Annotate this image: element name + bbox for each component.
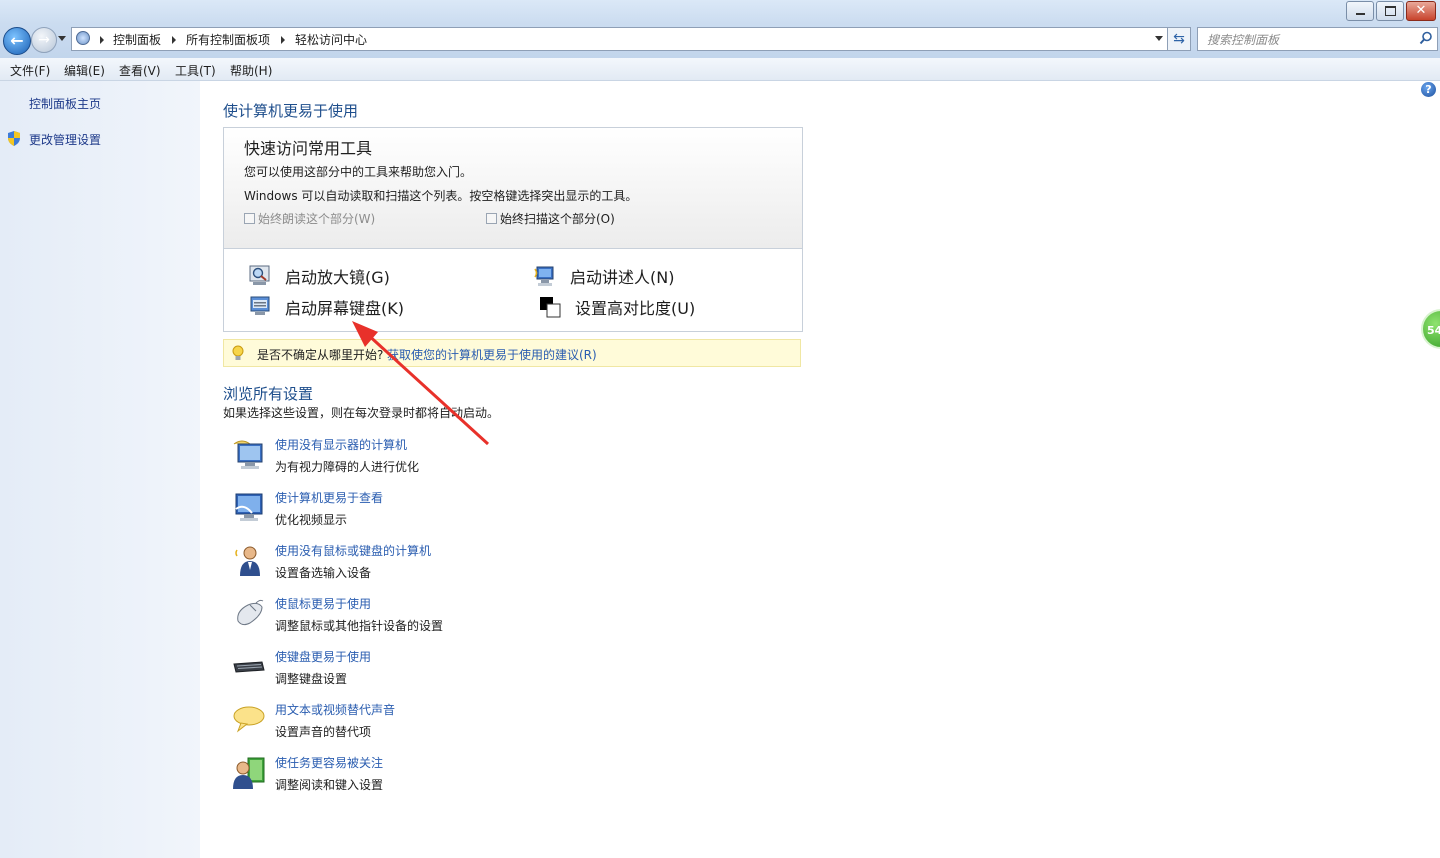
setting-link[interactable]: 使用没有鼠标或键盘的计算机	[275, 542, 431, 559]
setting-description: 设置声音的替代项	[275, 725, 372, 739]
close-button[interactable]: ✕	[1406, 1, 1436, 21]
speech-bubble-icon	[233, 706, 265, 733]
quick-access-instructions: Windows 可以自动读取和扫描这个列表。按空格键选择突出显示的工具。	[244, 189, 638, 203]
always-read-checkbox[interactable]	[244, 213, 255, 224]
keyboard-icon	[233, 661, 265, 673]
setting-description: 设置备选输入设备	[275, 566, 372, 580]
browse-settings-subtitle: 如果选择这些设置，则在每次登录时都将自动启动。	[223, 406, 500, 420]
minimize-icon	[1356, 13, 1365, 15]
setting-link[interactable]: 使计算机更易于查看	[275, 489, 383, 506]
breadcrumb-control-panel[interactable]: 控制面板	[113, 31, 161, 48]
start-narrator-label: 启动讲述人(N)	[570, 268, 675, 287]
setting-link[interactable]: 使任务更容易被关注	[275, 754, 383, 771]
back-arrow-icon: ←	[10, 31, 24, 50]
setting-description: 优化视频显示	[275, 513, 348, 527]
address-field[interactable]: 控制面板 所有控制面板项 轻松访问中心	[71, 27, 1168, 51]
forward-button[interactable]: →	[31, 27, 57, 53]
back-button[interactable]: ←	[3, 27, 31, 55]
start-magnifier-tool[interactable]: 启动放大镜(G)	[249, 264, 390, 288]
help-icon[interactable]: ?	[1421, 82, 1436, 97]
browse-settings-heading: 浏览所有设置	[223, 385, 314, 403]
breadcrumb-separator-icon[interactable]	[281, 36, 285, 44]
monitor-icon	[235, 493, 263, 521]
always-scan-label: 始终扫描这个部分(O)	[500, 212, 615, 226]
setting-description: 调整键盘设置	[275, 672, 348, 686]
breadcrumb-all-items[interactable]: 所有控制面板项	[186, 31, 270, 48]
title-bar: ✕	[0, 0, 1440, 24]
setting-link[interactable]: 使鼠标更易于使用	[275, 595, 371, 612]
start-magnifier-label: 启动放大镜(G)	[285, 268, 390, 287]
magnifier-icon	[249, 265, 270, 285]
person-focus-icon	[233, 757, 265, 789]
start-narrator-tool[interactable]: 启动讲述人(N)	[534, 264, 674, 288]
menu-bar: 文件(F) 编辑(E) 查看(V) 工具(T) 帮助(H)	[0, 58, 1440, 81]
refresh-icon: ⇆	[1173, 31, 1185, 47]
restore-icon	[1385, 6, 1396, 16]
always-read-checkbox-row[interactable]: 始终朗读这个部分(W)	[244, 210, 375, 227]
sidebar-item-admin-settings[interactable]: 更改管理设置	[29, 131, 101, 148]
search-input[interactable]: 搜索控制面板	[1197, 27, 1438, 51]
always-read-label: 始终朗读这个部分(W)	[258, 212, 376, 226]
lightbulb-icon	[232, 345, 244, 360]
sidebar-item-home[interactable]: 控制面板主页	[29, 95, 101, 112]
setting-link[interactable]: 用文本或视频替代声音	[275, 701, 395, 718]
menu-help[interactable]: 帮助(H)	[230, 62, 272, 79]
setting-description: 调整阅读和键入设置	[275, 778, 384, 792]
menu-view[interactable]: 查看(V)	[119, 62, 161, 79]
mouse-icon	[237, 599, 264, 626]
set-high-contrast-tool[interactable]: 设置高对比度(U)	[539, 295, 695, 319]
window-controls: ✕	[1346, 1, 1436, 21]
breadcrumb-ease-of-access[interactable]: 轻松访问中心	[295, 31, 367, 48]
address-toolbar: ← → 控制面板 所有控制面板项 轻松访问中心 ⇆ 搜索控制面板	[0, 24, 1440, 58]
tip-bar: 是否不确定从哪里开始? 获取使您的计算机更易于使用的建议(R)	[223, 339, 801, 367]
get-recommendations-link[interactable]: 获取使您的计算机更易于使用的建议(R)	[387, 346, 597, 363]
breadcrumb-separator-icon[interactable]	[100, 36, 104, 44]
quick-access-panel: 快速访问常用工具 您可以使用这部分中的工具来帮助您入门。 Windows 可以自…	[223, 127, 803, 332]
start-on-screen-keyboard-label: 启动屏幕键盘(K)	[285, 299, 404, 318]
menu-edit[interactable]: 编辑(E)	[64, 62, 105, 79]
quick-access-header: 快速访问常用工具 您可以使用这部分中的工具来帮助您入门。 Windows 可以自…	[224, 128, 802, 249]
forward-arrow-icon: →	[38, 32, 50, 48]
shield-icon	[8, 131, 20, 146]
sidebar: 控制面板主页 更改管理设置	[0, 81, 200, 858]
floating-badge[interactable]: 54	[1421, 309, 1440, 349]
quick-access-title: 快速访问常用工具	[244, 139, 373, 158]
setting-link[interactable]: 使键盘更易于使用	[275, 648, 371, 665]
set-high-contrast-label: 设置高对比度(U)	[575, 299, 696, 318]
on-screen-keyboard-icon	[250, 296, 270, 315]
recent-pages-dropdown-icon[interactable]	[58, 36, 66, 41]
address-history-dropdown-icon[interactable]	[1155, 36, 1163, 41]
menu-file[interactable]: 文件(F)	[10, 62, 50, 79]
refresh-button[interactable]: ⇆	[1167, 27, 1191, 51]
breadcrumb-separator-icon[interactable]	[172, 36, 176, 44]
menu-tools[interactable]: 工具(T)	[175, 62, 216, 79]
page-title: 使计算机更易于使用	[223, 102, 359, 120]
search-icon[interactable]	[1419, 31, 1433, 45]
close-icon: ✕	[1415, 3, 1427, 18]
tip-question: 是否不确定从哪里开始?	[257, 348, 384, 362]
speaking-person-icon	[235, 546, 260, 576]
start-on-screen-keyboard-tool[interactable]: 启动屏幕键盘(K)	[249, 295, 404, 319]
always-scan-checkbox[interactable]	[486, 213, 497, 224]
setting-description: 为有视力障碍的人进行优化	[275, 460, 420, 474]
maximize-button[interactable]	[1376, 1, 1404, 21]
control-panel-icon	[76, 31, 90, 45]
setting-link[interactable]: 使用没有显示器的计算机	[275, 436, 407, 453]
high-contrast-icon	[540, 297, 561, 318]
always-scan-checkbox-row[interactable]: 始终扫描这个部分(O)	[486, 210, 615, 227]
narrator-icon	[534, 266, 554, 286]
quick-access-description: 您可以使用这部分中的工具来帮助您入门。	[244, 165, 473, 179]
search-placeholder: 搜索控制面板	[1207, 33, 1280, 47]
minimize-button[interactable]	[1346, 1, 1374, 21]
setting-description: 调整鼠标或其他指针设备的设置	[275, 619, 444, 633]
monitor-audio-icon	[233, 440, 263, 469]
